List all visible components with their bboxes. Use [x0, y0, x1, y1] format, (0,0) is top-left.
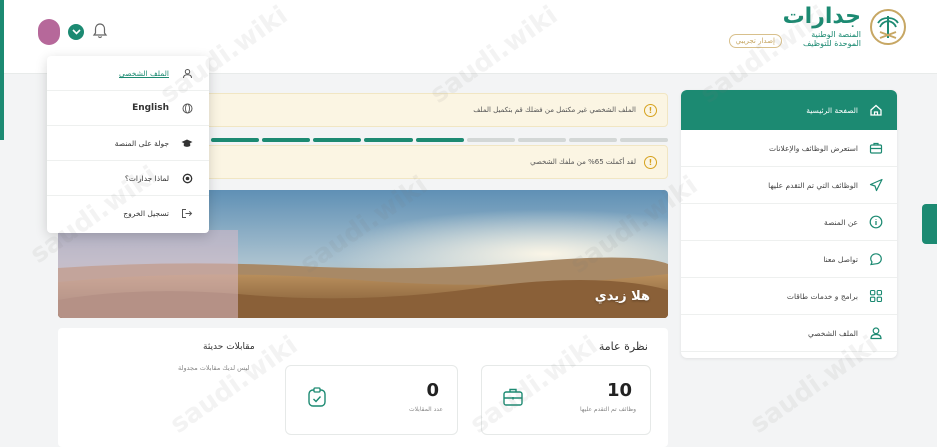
brand-logo[interactable]: جدارات المنصة الوطنية الموحدة للتوظيف [783, 6, 907, 48]
stat-card-interviews[interactable]: 0 عدد المقابلات [285, 365, 458, 435]
sidebar-item-label: عن المنصة [823, 217, 858, 227]
home-icon [868, 103, 883, 118]
clipboard-icon [308, 387, 326, 407]
menu-item-label: English [132, 103, 169, 113]
warning-icon: ! [644, 155, 657, 169]
recent-interviews-title: مقابلات حديثة [203, 342, 255, 352]
menu-item-label: تسجيل الخروج [123, 209, 169, 218]
menu-item-label: جولة على المنصة [114, 138, 169, 148]
sidebar-item-programs[interactable]: برامج و خدمات طاقات [681, 278, 897, 315]
menu-item-label: الملف الشخصي [119, 68, 169, 78]
user-dropdown-menu: الملف الشخصي English جولة على المنصة لما… [47, 56, 209, 233]
menu-item-profile[interactable]: الملف الشخصي [47, 56, 209, 91]
user-icon [181, 67, 193, 79]
overview-title: نظرة عامة [598, 340, 648, 353]
alert-text: الملف الشخصي غير مكتمل من فضلك قم بتكميل… [473, 106, 636, 114]
no-interviews-text: ليس لديك مقابلات مجدولة [178, 364, 250, 372]
avatar[interactable] [38, 19, 60, 45]
menu-item-tour[interactable]: جولة على المنصة [47, 126, 209, 161]
palm-logo-icon [870, 9, 906, 45]
welcome-text: هلا زيدي [594, 289, 650, 304]
stat-card-applied-jobs[interactable]: 10 وظائف تم التقدم عليها [481, 365, 651, 435]
sidebar-item-label: الوظائف التي تم التقدم عليها [768, 180, 858, 190]
globe-icon [181, 102, 193, 114]
bell-icon[interactable] [92, 22, 108, 40]
sidebar-nav: الصفحة الرئيسية استعرض الوظائف والإعلانا… [681, 90, 897, 358]
sidebar-item-home[interactable]: الصفحة الرئيسية [681, 90, 897, 130]
grid-icon [868, 289, 883, 304]
chat-icon [868, 252, 883, 267]
user-icon [868, 326, 883, 341]
stat-value: 0 [426, 380, 439, 401]
logout-icon [181, 208, 193, 220]
stat-label: وظائف تم التقدم عليها [580, 406, 636, 413]
left-edge-bar [0, 0, 4, 140]
briefcase-icon [868, 141, 883, 156]
chevron-down-icon[interactable] [68, 24, 84, 40]
stat-label: عدد المقابلات [408, 406, 443, 413]
stat-value: 10 [606, 380, 632, 401]
send-icon [868, 178, 883, 193]
sidebar-item-label: تواصل معنا [823, 254, 858, 264]
side-feedback-tab[interactable] [922, 204, 937, 244]
sidebar-item-profile[interactable]: الملف الشخصي [681, 315, 897, 352]
brand-name: جدارات [782, 4, 861, 29]
graduation-cap-icon [181, 137, 193, 149]
menu-item-label: لماذا جدارات؟ [124, 173, 169, 183]
sidebar-item-jobs[interactable]: استعرض الوظائف والإعلانات [681, 130, 897, 167]
sidebar-item-applied[interactable]: الوظائف التي تم التقدم عليها [681, 167, 897, 204]
sidebar-item-about[interactable]: عن المنصة [681, 204, 897, 241]
brand-line-1: المنصة الوطنية [811, 30, 861, 39]
target-icon [181, 172, 193, 184]
brand-line-2: الموحدة للتوظيف [803, 39, 861, 48]
alert-text: لقد أكملت 65% من ملفك الشخصي [530, 158, 636, 166]
warning-icon: ! [644, 103, 657, 117]
beta-badge: إصدار تجريبي [728, 34, 782, 48]
menu-item-language[interactable]: English [47, 91, 209, 126]
briefcase-icon [503, 388, 523, 406]
sidebar-item-label: استعرض الوظائف والإعلانات [769, 143, 858, 153]
sidebar-item-label: برامج و خدمات طاقات [786, 291, 858, 301]
info-icon [868, 215, 883, 230]
menu-item-logout[interactable]: تسجيل الخروج [47, 196, 209, 231]
sidebar-item-contact[interactable]: تواصل معنا [681, 241, 897, 278]
overview-section: نظرة عامة مقابلات حديثة ليس لديك مقابلات… [58, 328, 668, 447]
sidebar-item-label: الصفحة الرئيسية [806, 105, 858, 115]
sidebar-item-label: الملف الشخصي [808, 328, 858, 338]
menu-item-why-jadarat[interactable]: لماذا جدارات؟ [47, 161, 209, 196]
